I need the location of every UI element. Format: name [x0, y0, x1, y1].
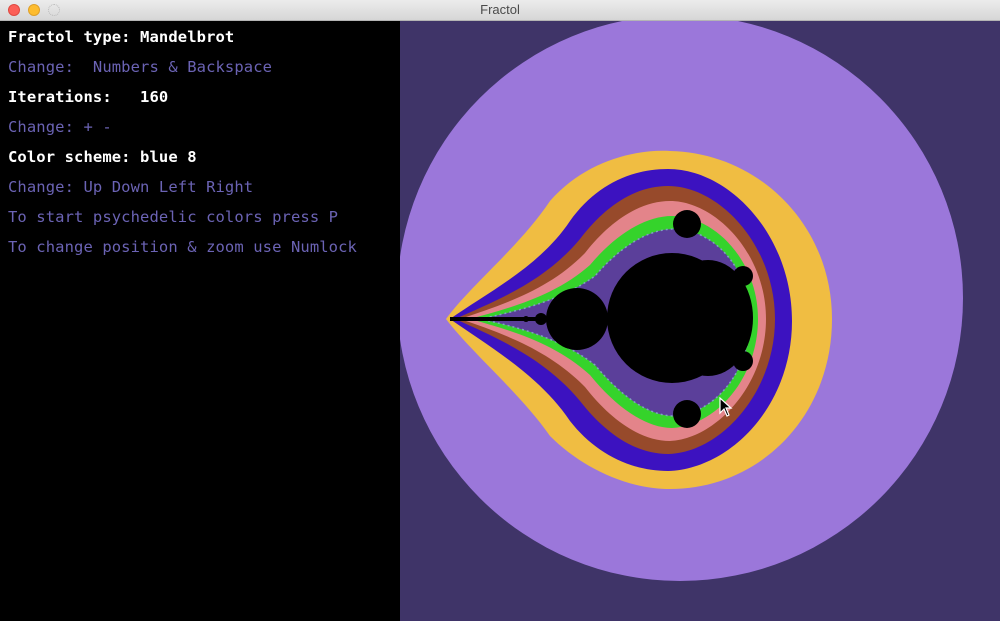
- window-titlebar: Fractol: [0, 0, 1000, 21]
- color-scheme-label: Color scheme: blue 8: [8, 148, 197, 166]
- change-type-hint: Change: Numbers & Backspace: [8, 58, 273, 76]
- mandelbrot-render: [400, 21, 963, 581]
- psychedelic-hint: To start psychedelic colors press P: [8, 208, 339, 226]
- mouse-pointer-icon: [719, 397, 733, 417]
- zoom-hint: To change position & zoom use Numlock: [8, 238, 357, 256]
- change-iterations-hint: Change: + -: [8, 118, 112, 136]
- change-colors-hint: Change: Up Down Left Right: [8, 178, 254, 196]
- window-title: Fractol: [480, 2, 520, 17]
- fractal-canvas[interactable]: [400, 21, 1000, 621]
- info-panel: Fractol type: Mandelbrot Change: Numbers…: [0, 21, 400, 621]
- fractol-type-label: Fractol type: Mandelbrot: [8, 28, 235, 46]
- iterations-label: Iterations: 160: [8, 88, 169, 106]
